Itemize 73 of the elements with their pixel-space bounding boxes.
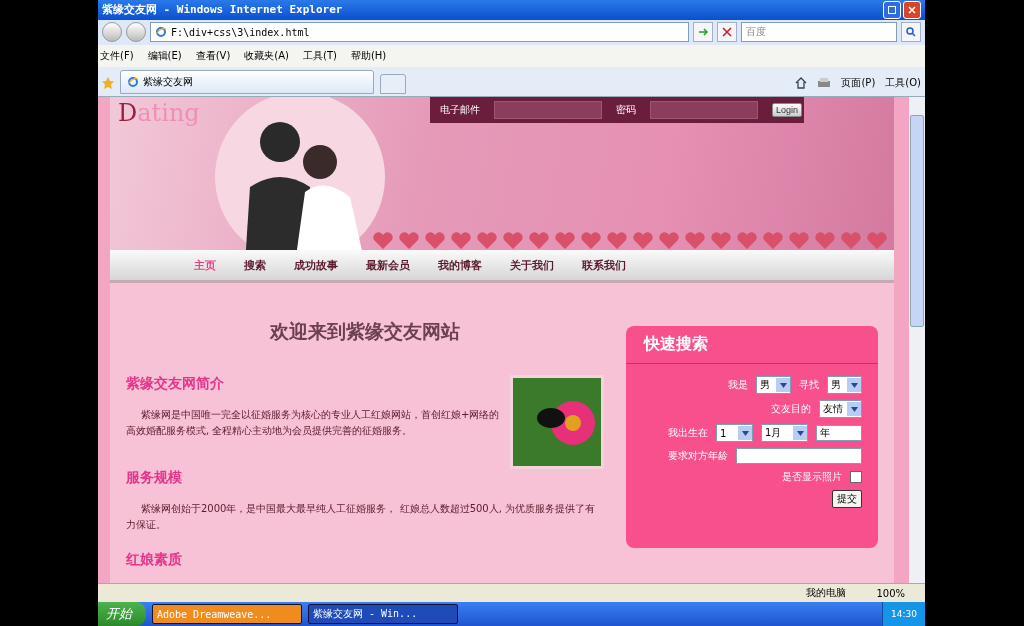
section-heading: 紫缘交友网简介 bbox=[126, 375, 225, 394]
page-icon bbox=[127, 76, 139, 89]
field-label: 是否显示照片 bbox=[782, 470, 842, 485]
age-field[interactable] bbox=[736, 448, 862, 465]
photo-checkbox[interactable] bbox=[850, 471, 862, 484]
forward-button[interactable] bbox=[126, 22, 146, 43]
star-icon bbox=[102, 77, 114, 90]
password-label: 密码 bbox=[615, 103, 636, 118]
nav-link[interactable]: 成功故事 bbox=[280, 257, 352, 273]
clock: 14:30 bbox=[891, 609, 917, 619]
taskbar-button[interactable]: 紫缘交友网 - Win... bbox=[308, 604, 458, 624]
year-field[interactable]: 年 bbox=[816, 425, 862, 442]
caret-icon bbox=[779, 382, 787, 388]
menu-item[interactable]: 帮助(H) bbox=[350, 49, 387, 63]
close-icon bbox=[722, 27, 732, 38]
nav-link[interactable]: 我的博客 bbox=[424, 257, 496, 273]
welcome-heading: 欢迎来到紫缘交友网站 bbox=[268, 319, 461, 345]
refresh-button[interactable] bbox=[693, 22, 713, 43]
close-icon bbox=[908, 5, 916, 14]
maximize-icon bbox=[888, 5, 896, 14]
caret-icon bbox=[741, 430, 749, 436]
menu-item[interactable]: 编辑(E) bbox=[147, 49, 182, 63]
command-button[interactable]: 页面(P) bbox=[841, 76, 876, 91]
caret-icon bbox=[796, 430, 804, 436]
back-button[interactable] bbox=[102, 22, 122, 43]
field-label: 要求对方年龄 bbox=[668, 449, 728, 464]
search-field[interactable]: 百度 bbox=[741, 22, 897, 43]
new-tab-button[interactable] bbox=[380, 74, 406, 95]
field-label: 寻找 bbox=[799, 378, 819, 393]
caret-icon bbox=[850, 406, 858, 412]
menu-item[interactable]: 工具(T) bbox=[303, 49, 337, 63]
nav-link[interactable]: 关于我们 bbox=[496, 257, 568, 273]
field-label: 我出生在 bbox=[668, 426, 708, 441]
nav-link[interactable]: 搜索 bbox=[230, 257, 280, 273]
window-title: 紫缘交友网 - Windows Internet Explorer bbox=[102, 2, 343, 18]
menu-item[interactable]: 收藏夹(A) bbox=[244, 49, 289, 63]
section-text: 紫缘网创始于2000年，是中国最大最早纯人工征婚服务， 红娘总人数超过500人, 为优质服务提供了有力保证。 bbox=[126, 502, 597, 533]
submit-button[interactable]: 提交 bbox=[832, 490, 862, 509]
zoom-control[interactable]: 100% bbox=[876, 587, 905, 599]
section-heading: 红娘素质 bbox=[126, 551, 183, 570]
address-field[interactable]: F:\div+css\3\index.html bbox=[150, 22, 689, 43]
page-icon bbox=[155, 26, 167, 39]
field-label: 交友目的 bbox=[771, 402, 811, 417]
stop-button[interactable] bbox=[717, 22, 737, 43]
login-button[interactable]: Login bbox=[771, 103, 802, 118]
month-select[interactable]: 1月 bbox=[761, 424, 808, 443]
day-select[interactable]: 1 bbox=[716, 424, 753, 443]
email-label: 电子邮件 bbox=[439, 103, 480, 118]
section-text: 紫缘网是中国唯一完全以征婚服务为核心的专业人工红娘网站，首创红娘+网络的高效婚配服务模式, 全程精心主动地为会员提供完善的征婚服务。 bbox=[126, 408, 500, 439]
browser-tab[interactable]: 紫缘交友网 bbox=[120, 70, 374, 95]
command-button[interactable]: 工具(O) bbox=[885, 76, 921, 91]
zone-indicator: 我的电脑 bbox=[806, 586, 847, 601]
menu-item[interactable]: 查看(V) bbox=[195, 49, 231, 63]
gender-select[interactable]: 男 bbox=[756, 376, 791, 395]
field-label: 我是 bbox=[728, 378, 748, 393]
printer-icon[interactable] bbox=[817, 77, 832, 90]
email-field[interactable] bbox=[493, 101, 602, 120]
search-button[interactable] bbox=[901, 22, 921, 43]
quick-search-title: 快速搜索 bbox=[626, 326, 878, 365]
close-button[interactable] bbox=[903, 0, 921, 19]
menu-item[interactable]: 文件(F) bbox=[100, 49, 134, 63]
section-heading: 服务规模 bbox=[126, 469, 183, 488]
search-icon bbox=[906, 27, 916, 38]
caret-icon bbox=[850, 382, 858, 388]
scrollbar[interactable] bbox=[909, 97, 925, 584]
nav-link[interactable]: 最新会员 bbox=[352, 257, 424, 273]
nav-link[interactable]: 联系我们 bbox=[568, 257, 640, 273]
start-button[interactable]: 开始 bbox=[98, 602, 146, 626]
password-field[interactable] bbox=[649, 101, 758, 120]
maximize-button[interactable] bbox=[883, 0, 901, 19]
home-icon[interactable] bbox=[795, 77, 808, 90]
gender-select[interactable]: 男 bbox=[827, 376, 862, 395]
purpose-select[interactable]: 友情 bbox=[819, 400, 862, 419]
